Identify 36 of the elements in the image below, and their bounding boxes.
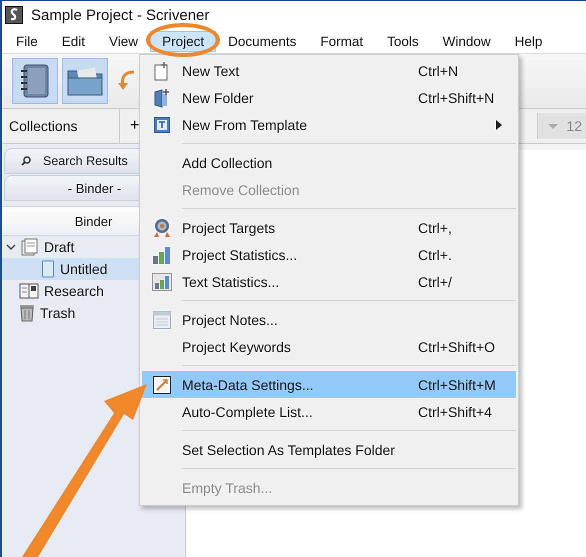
book-icon <box>19 283 39 299</box>
menu-item[interactable]: Auto-Complete List... Ctrl+Shift+4 <box>142 398 516 425</box>
trash-icon <box>19 304 35 322</box>
menu-item[interactable]: Project Keywords Ctrl+Shift+O <box>142 333 516 360</box>
menu-bar-item[interactable]: Tools <box>375 30 431 52</box>
notepad-icon <box>153 310 171 328</box>
target-icon <box>153 218 171 238</box>
binder-toolbar-button[interactable] <box>12 58 58 104</box>
folder-toolbar-button[interactable] <box>62 58 108 104</box>
menu-bar-item[interactable]: Project <box>150 30 216 52</box>
menu-item[interactable]: New Folder Ctrl+Shift+N <box>142 84 516 111</box>
menu-bar-item[interactable]: Edit <box>50 30 98 52</box>
bar-chart-icon <box>152 246 172 264</box>
documents-icon <box>21 238 39 256</box>
menu-item[interactable]: Project Notes... <box>142 306 516 333</box>
page-icon <box>41 260 55 278</box>
menu-item[interactable]: Meta-Data Settings... Ctrl+Shift+M <box>142 371 516 398</box>
menu-bar-item[interactable]: File <box>4 30 50 52</box>
search-icon <box>21 156 31 166</box>
menu-bar-item[interactable]: Documents <box>216 30 308 52</box>
menu-item[interactable]: Set Selection As Templates Folder <box>142 436 516 463</box>
template-icon <box>154 116 170 132</box>
app-logo-icon <box>5 6 23 24</box>
menu-bar-item[interactable]: Format <box>308 30 376 52</box>
chevron-icon[interactable] <box>6 242 16 252</box>
bar-chart-icon <box>152 272 172 290</box>
settings-card-icon <box>153 376 171 394</box>
new-folder-icon <box>154 88 170 108</box>
menu-bar-item[interactable]: Window <box>430 30 503 52</box>
menu-bar-item[interactable]: View <box>97 30 150 52</box>
menu-item[interactable]: New Text Ctrl+N <box>142 57 516 84</box>
new-page-icon <box>154 60 170 80</box>
menu-bar-item[interactable]: Help <box>502 30 554 52</box>
window-title: Sample Project - Scrivener <box>31 6 210 24</box>
submenu-arrow-icon <box>496 120 502 130</box>
collections-label: Collections <box>2 109 120 143</box>
